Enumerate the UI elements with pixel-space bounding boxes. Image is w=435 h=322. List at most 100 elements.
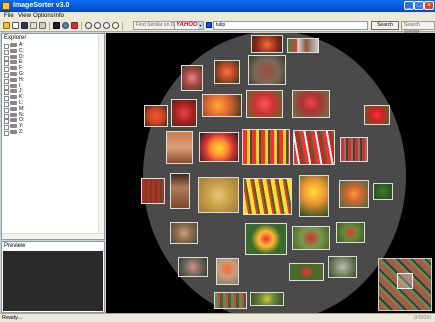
navigation-overview[interactable] [378, 258, 432, 311]
search-input[interactable]: tulip [213, 21, 368, 30]
minimize-button[interactable]: _ [404, 1, 414, 10]
zoom-out-icon[interactable] [94, 22, 101, 29]
drive-icon [10, 95, 17, 100]
zoom-in-icon[interactable] [85, 22, 92, 29]
copy-icon[interactable] [30, 22, 37, 29]
image-thumbnail[interactable] [287, 38, 319, 53]
image-thumbnail[interactable] [170, 222, 198, 244]
title-bar: ImageSorter v3.0 _ □ × [0, 0, 435, 12]
delete-icon[interactable] [39, 22, 46, 29]
image-thumbnail[interactable] [251, 35, 283, 53]
image-thumbnail[interactable] [170, 173, 190, 209]
color-sort-icon[interactable] [71, 22, 78, 29]
image-thumbnail[interactable] [336, 222, 365, 243]
image-thumbnail[interactable] [171, 99, 197, 127]
menu-view[interactable]: View [18, 12, 31, 20]
image-thumbnail[interactable] [292, 226, 330, 250]
window-title: ImageSorter v3.0 [13, 2, 70, 9]
status-text: Ready... [2, 315, 23, 321]
image-thumbnail[interactable] [243, 178, 292, 215]
image-thumbnail[interactable] [242, 129, 290, 165]
close-button[interactable]: × [424, 1, 434, 10]
image-thumbnail[interactable] [246, 90, 283, 118]
image-thumbnail[interactable] [141, 178, 165, 204]
preview-area [3, 251, 103, 311]
drive-icon [10, 100, 17, 105]
drive-tree: A: C: D: E: F: G: H: I: J: K: L: M: N: O… [4, 42, 64, 136]
image-thumbnail[interactable] [292, 90, 330, 118]
drive-icon [10, 66, 17, 71]
drive-icon [10, 54, 17, 59]
image-thumbnail[interactable] [202, 94, 242, 117]
toolbar-separator [122, 22, 123, 30]
image-thumbnail[interactable] [214, 292, 247, 309]
image-thumbnail[interactable] [214, 60, 240, 84]
menu-options[interactable]: Options [33, 12, 54, 20]
zoom-reset-icon[interactable] [112, 22, 119, 29]
horizontal-scrollbar[interactable] [2, 233, 104, 239]
toolbar-separator [81, 22, 82, 30]
image-thumbnail[interactable] [166, 131, 193, 164]
search-similar-button[interactable]: Search Similar [401, 21, 435, 35]
preview-title: Preview [4, 243, 26, 249]
viewport-indicator[interactable] [397, 273, 413, 289]
drive-icon [10, 71, 17, 76]
drive-icon [10, 118, 17, 123]
drive-icon [10, 77, 17, 82]
drive-icon [10, 106, 17, 111]
image-thumbnail[interactable] [364, 105, 390, 125]
drive-icon [10, 43, 17, 47]
vertical-scrollbar[interactable] [98, 34, 104, 239]
open-folder-icon[interactable] [3, 22, 10, 29]
zoom-fit-icon[interactable] [103, 22, 110, 29]
image-sphere-view[interactable] [106, 33, 435, 313]
status-counter: 0/0/0/0 [414, 315, 431, 321]
drive-icon [10, 89, 17, 94]
image-thumbnail[interactable] [178, 257, 208, 277]
image-thumbnail[interactable] [199, 132, 239, 162]
drive-icon [10, 60, 17, 65]
image-thumbnail[interactable] [198, 177, 239, 213]
image-thumbnail[interactable] [289, 263, 324, 281]
image-thumbnail[interactable] [373, 183, 393, 200]
toolbar: Find Similar on Disk YAHOO! ▼ tulip Searc… [0, 20, 435, 35]
save-icon[interactable] [21, 22, 28, 29]
image-thumbnail[interactable] [181, 65, 203, 91]
drive-icon [10, 112, 17, 117]
image-thumbnail[interactable] [328, 256, 357, 278]
image-thumbnail[interactable] [340, 137, 368, 162]
dark-view-icon[interactable] [53, 22, 60, 29]
image-thumbnail[interactable] [299, 175, 329, 217]
drive-item[interactable]: Z: [4, 128, 64, 136]
explorer-title: Explorer [4, 35, 27, 41]
chevron-down-icon: ▼ [198, 22, 203, 29]
maximize-button[interactable]: □ [414, 1, 424, 10]
engine-checkbox[interactable] [206, 22, 212, 28]
drive-icon [10, 48, 17, 53]
new-icon[interactable] [12, 22, 19, 29]
drive-icon [10, 129, 17, 134]
app-icon [2, 2, 10, 10]
image-thumbnail[interactable] [216, 258, 239, 285]
yahoo-logo: YAHOO! [176, 22, 200, 28]
drive-label: Z: [19, 128, 24, 135]
search-button[interactable]: Search [371, 21, 399, 30]
preview-panel: Preview [1, 241, 105, 313]
menu-file[interactable]: File [4, 12, 14, 20]
menu-info[interactable]: Info [54, 12, 64, 20]
drive-icon [10, 124, 17, 129]
image-thumbnail[interactable] [245, 223, 287, 255]
menu-bar: File View Options Info [0, 12, 435, 20]
image-thumbnail[interactable] [293, 130, 335, 165]
explorer-panel: Explorer A: C: D: E: F: G: H: I: J: K: L… [1, 33, 105, 240]
status-bar: Ready... 0/0/0/0 [0, 313, 435, 322]
drive-icon [10, 83, 17, 88]
image-thumbnail[interactable] [144, 105, 168, 127]
image-thumbnail[interactable] [250, 292, 284, 306]
toolbar-separator [49, 22, 50, 30]
image-thumbnail[interactable] [339, 180, 369, 208]
sphere-view-icon[interactable] [62, 22, 69, 29]
expand-icon[interactable] [4, 130, 9, 136]
search-engine-select[interactable]: YAHOO! ▼ [174, 21, 204, 30]
image-thumbnail[interactable] [248, 55, 286, 85]
